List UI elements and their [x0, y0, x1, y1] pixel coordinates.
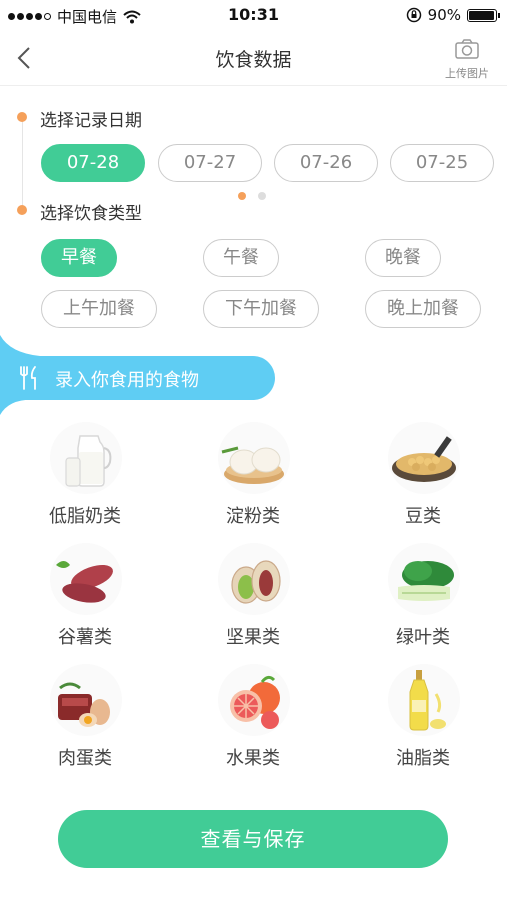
food-item-starch[interactable]: 淀粉类	[178, 422, 328, 532]
meal-pill-afternoon-snack[interactable]: 下午加餐	[203, 290, 319, 328]
food-label: 谷薯类	[58, 627, 112, 648]
timeline-dot	[17, 112, 27, 122]
meal-pill-breakfast[interactable]: 早餐	[41, 239, 117, 277]
food-item-oils[interactable]: 油脂类	[348, 664, 498, 774]
food-item-meat-eggs[interactable]: 肉蛋类	[10, 664, 160, 774]
page-dot	[258, 192, 266, 200]
food-item-low-fat-dairy[interactable]: 低脂奶类	[10, 422, 160, 532]
status-bar: 中国电信 10:31 90%	[0, 0, 507, 30]
leafy-greens-icon	[388, 543, 460, 615]
food-item-grains-tubers[interactable]: 谷薯类	[10, 543, 160, 653]
upload-photo-button[interactable]: 上传图片	[439, 38, 495, 82]
meal-section-title: 选择饮食类型	[40, 204, 142, 224]
timeline-dot	[17, 205, 27, 215]
oil-bottle-icon	[388, 664, 460, 736]
upload-label: 上传图片	[445, 67, 489, 80]
date-section-title: 选择记录日期	[40, 111, 142, 131]
food-section-banner: 录入你食用的食物	[0, 356, 275, 400]
meat-egg-icon	[50, 664, 122, 736]
food-label: 豆类	[405, 506, 441, 527]
page-title: 饮食数据	[215, 49, 292, 71]
battery-icon	[467, 8, 500, 22]
camera-icon	[455, 39, 479, 59]
status-right: 90%	[406, 6, 500, 24]
nav-bar: 饮食数据 上传图片	[0, 30, 507, 86]
page-dot-active	[238, 192, 246, 200]
food-label: 油脂类	[396, 748, 450, 769]
orientation-lock-icon	[406, 7, 421, 23]
food-label: 绿叶类	[396, 627, 450, 648]
battery-percent: 90%	[427, 6, 461, 24]
sweet-potato-icon	[50, 543, 122, 615]
date-page-indicator	[238, 192, 266, 200]
date-pill-0728[interactable]: 07-28	[41, 144, 145, 182]
meal-pill-dinner[interactable]: 晚餐	[365, 239, 441, 277]
meal-pill-evening-snack[interactable]: 晚上加餐	[365, 290, 481, 328]
food-label: 低脂奶类	[49, 506, 121, 527]
food-label: 淀粉类	[226, 506, 280, 527]
view-and-save-button[interactable]: 查看与保存	[58, 810, 448, 868]
grapefruit-icon	[218, 664, 290, 736]
milk-icon	[50, 422, 122, 494]
meal-pill-lunch[interactable]: 午餐	[203, 239, 279, 277]
meal-pill-morning-snack[interactable]: 上午加餐	[41, 290, 157, 328]
food-item-nuts[interactable]: 坚果类	[178, 543, 328, 653]
food-label: 肉蛋类	[58, 748, 112, 769]
food-label: 水果类	[226, 748, 280, 769]
food-item-leafy-greens[interactable]: 绿叶类	[348, 543, 498, 653]
food-label: 坚果类	[226, 627, 280, 648]
date-pill-0727[interactable]: 07-27	[158, 144, 262, 182]
utensils-icon	[20, 366, 36, 390]
date-pill-0726[interactable]: 07-26	[274, 144, 378, 182]
food-item-fruit[interactable]: 水果类	[178, 664, 328, 774]
soybean-icon	[388, 422, 460, 494]
timeline-line	[22, 118, 23, 210]
food-section-title: 录入你食用的食物	[55, 370, 199, 391]
food-item-beans[interactable]: 豆类	[348, 422, 498, 532]
battery-fill	[469, 10, 495, 20]
bun-icon	[218, 422, 290, 494]
date-pill-0725[interactable]: 07-25	[390, 144, 494, 182]
pistachio-icon	[218, 543, 290, 615]
